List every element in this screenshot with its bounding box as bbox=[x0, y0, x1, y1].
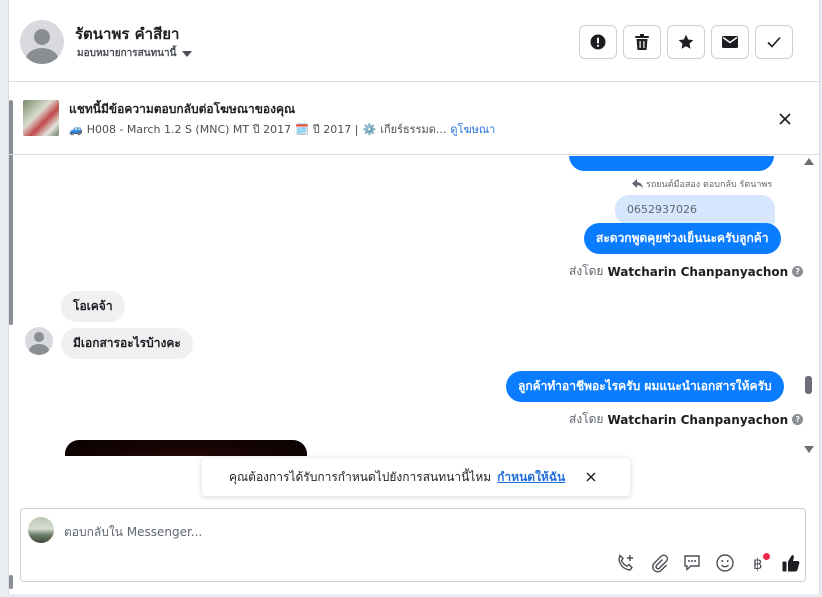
incoming-message[interactable]: โอเคจ้า bbox=[61, 291, 125, 322]
outgoing-message[interactable]: ลูกค้าทำอาชีพอะไรครับ ผมแนะนำเอกสารให้คร… bbox=[506, 371, 784, 402]
outgoing-message[interactable]: สะดวกพูดคุยช่วงเย็นนะครับลูกค้า bbox=[584, 223, 781, 254]
reply-context: รถยนต์มือสอง ตอบกลับ รัตนาพร bbox=[632, 177, 772, 191]
assign-prompt-toast: คุณต้องการได้รับการกำหนดไปยังการสนทนานี้… bbox=[202, 458, 630, 496]
contact-avatar-small[interactable] bbox=[25, 327, 53, 355]
view-ad-link[interactable]: ดูโฆษณา bbox=[450, 120, 495, 138]
contact-name[interactable]: รัตนาพร คำสียา bbox=[75, 22, 179, 46]
ad-banner-title: แชทนี้มีข้อความตอบกลับต่อโฆษณาของคุณ bbox=[69, 102, 296, 116]
reply-note-text: รถยนต์มือสอง ตอบกลับ รัตนาพร bbox=[646, 180, 773, 190]
close-icon bbox=[779, 113, 791, 125]
conversation-header: รัตนาพร คำสียา มอบหมายการสนทนานี้ bbox=[9, 0, 821, 82]
ad-reply-banner: แชทนี้มีข้อความตอบกลับต่อโฆษณาของคุณ 🚙 H… bbox=[9, 83, 821, 155]
message-composer: ตอบกลับใน Messenger... ฿ bbox=[20, 508, 806, 582]
calendar-icon: 🗓️ bbox=[295, 122, 309, 136]
contact-avatar[interactable] bbox=[20, 20, 64, 64]
dismiss-toast-button[interactable] bbox=[583, 469, 599, 485]
incoming-message[interactable]: มีเอกสารอะไรบ้างคะ bbox=[61, 328, 193, 359]
assign-label: มอบหมายการสนทนานี้ bbox=[77, 48, 177, 59]
check-icon bbox=[767, 36, 781, 48]
notification-dot bbox=[763, 553, 770, 560]
trash-icon bbox=[635, 34, 649, 50]
gear-icon: ⚙️ bbox=[362, 122, 377, 136]
car-icon: 🚙 bbox=[69, 122, 83, 136]
close-ad-banner-button[interactable] bbox=[773, 107, 797, 131]
scroll-down-arrow[interactable] bbox=[804, 446, 814, 453]
spam-button[interactable] bbox=[579, 25, 617, 59]
star-icon bbox=[678, 34, 694, 49]
envelope-icon bbox=[722, 36, 738, 48]
sent-by-label: ส่งโดย bbox=[569, 264, 604, 278]
svg-text:฿: ฿ bbox=[753, 555, 763, 573]
scroll-up-arrow[interactable] bbox=[804, 158, 814, 165]
sent-by-name: Watcharin Chanpanyachon bbox=[607, 264, 789, 279]
composer-toolbar: ฿ bbox=[614, 551, 803, 575]
ad-year: ปี 2017 | bbox=[312, 123, 359, 136]
saved-reply-icon[interactable] bbox=[680, 551, 704, 575]
conversation-panel: รัตนาพร คำสียา มอบหมายการสนทนานี้ แชทนี้… bbox=[8, 0, 821, 594]
assign-prompt-text: คุณต้องการได้รับการกำหนดไปยังการสนทนานี้… bbox=[229, 469, 492, 484]
close-icon bbox=[586, 472, 596, 482]
assign-conversation-dropdown[interactable]: มอบหมายการสนทนานี้ bbox=[77, 46, 193, 61]
assign-to-me-link[interactable]: กำหนดให้ฉัน bbox=[497, 468, 565, 487]
thumbs-up-icon[interactable] bbox=[779, 551, 803, 575]
mark-unread-button[interactable] bbox=[711, 25, 749, 59]
quoted-message[interactable]: 0652937026 bbox=[615, 195, 775, 225]
delete-button[interactable] bbox=[623, 25, 661, 59]
phone-add-icon[interactable] bbox=[614, 551, 638, 575]
emoji-icon[interactable] bbox=[713, 551, 737, 575]
message-thread[interactable]: รถยนต์มือสอง ตอบกลับ รัตนาพร 0652937026 … bbox=[9, 156, 821, 456]
reply-arrow-icon bbox=[632, 179, 643, 189]
sent-by-name: Watcharin Chanpanyachon bbox=[607, 412, 789, 427]
baht-icon[interactable]: ฿ bbox=[746, 551, 770, 575]
attachment-icon[interactable] bbox=[647, 551, 671, 575]
ad-thumbnail[interactable] bbox=[23, 100, 59, 136]
help-icon[interactable]: ? bbox=[792, 266, 804, 277]
incoming-media-attachment[interactable] bbox=[65, 440, 307, 456]
ad-details: 🚙 H008 - March 1.2 S (MNC) MT ปี 2017 🗓️… bbox=[69, 120, 495, 138]
sent-by-info: ส่งโดย Watcharin Chanpanyachon ? bbox=[569, 262, 804, 281]
header-actions bbox=[579, 25, 793, 59]
alert-icon bbox=[590, 34, 606, 50]
left-scrollbar-lower[interactable] bbox=[9, 575, 13, 589]
done-button[interactable] bbox=[755, 25, 793, 59]
outgoing-message-partial[interactable] bbox=[569, 156, 774, 171]
reply-input[interactable]: ตอบกลับใน Messenger... bbox=[64, 523, 202, 542]
thread-scrollbar-thumb[interactable] bbox=[805, 376, 812, 394]
ad-model: H008 - March 1.2 S (MNC) MT ปี 2017 bbox=[86, 123, 292, 136]
sent-by-info: ส่งโดย Watcharin Chanpanyachon ? bbox=[569, 410, 804, 429]
page-avatar bbox=[28, 517, 54, 543]
ad-transmission: เกียร์ธรรมด... bbox=[380, 123, 447, 136]
sent-by-label: ส่งโดย bbox=[569, 412, 604, 426]
caret-down-icon bbox=[182, 50, 193, 57]
star-button[interactable] bbox=[667, 25, 705, 59]
help-icon[interactable]: ? bbox=[792, 414, 804, 425]
